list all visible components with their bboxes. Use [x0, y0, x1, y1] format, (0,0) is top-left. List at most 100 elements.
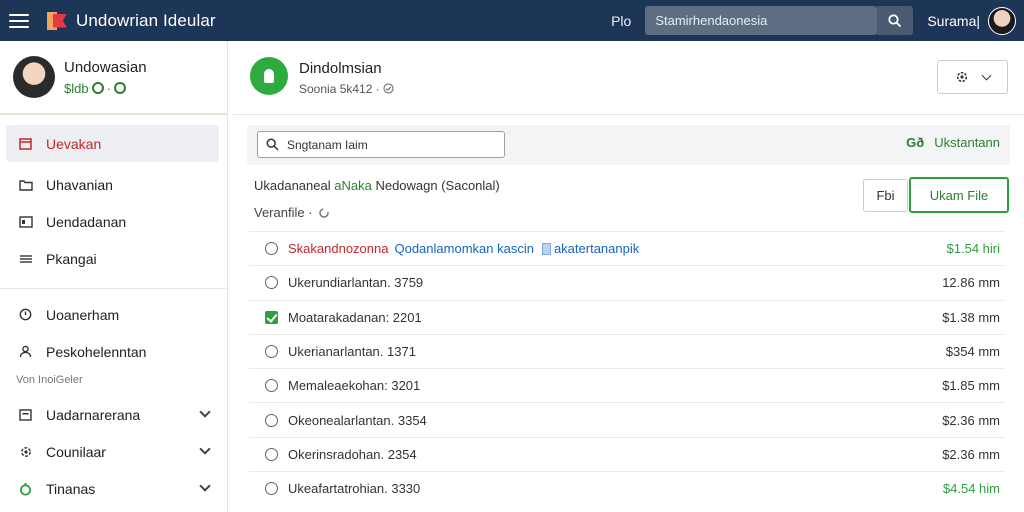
info-prefix: Ukadananeal	[254, 178, 331, 193]
sidebar-item-4[interactable]: Uoanerham	[0, 296, 227, 333]
contact-header: Dindolmsian Soonia 5k412 ·	[233, 41, 1024, 115]
chevron-down-icon	[981, 70, 992, 80]
row-amount: $2.36 mm	[942, 446, 1000, 462]
divider	[0, 288, 227, 289]
sidebar-group-label: Counilaar	[46, 443, 106, 460]
sidebar-item-1[interactable]: Uhavanian	[0, 166, 227, 203]
row-amount: $1.85 mm	[942, 378, 1000, 394]
folder-icon	[18, 178, 33, 192]
row-tag-blue[interactable]: Qodanlamomkan kascin	[394, 241, 533, 256]
info-suffix: Nedowagn (Saconlal)	[375, 178, 500, 193]
search-icon	[266, 138, 279, 151]
row-radio[interactable]	[265, 447, 278, 461]
search-input[interactable]: Stamirhendaonesia	[645, 6, 878, 35]
list-item[interactable]: Okeonealarlantan. 3354 $2.36 mm	[249, 402, 1004, 436]
toolbar: Sngtanam Iaim Gð Ukstantann	[247, 125, 1010, 165]
row-amount: $4.54 him	[942, 481, 1000, 497]
row-radio[interactable]	[265, 413, 278, 427]
row-text: Ukerianarlantan. 1371	[288, 344, 416, 360]
sidebar-group-1[interactable]: Counilaar	[0, 433, 227, 470]
row-radio[interactable]	[265, 482, 278, 496]
upload-file-button[interactable]: Ukam File	[909, 177, 1009, 213]
status-online-icon	[91, 82, 104, 94]
user-name[interactable]: Surama|	[927, 13, 980, 29]
main-panel: Dindolmsian Soonia 5k412 · Sngtanam Iaim…	[233, 41, 1024, 512]
sidebar-group-0[interactable]: Uadarnarerana	[0, 396, 227, 433]
profile-status-text: $ldb	[64, 80, 89, 96]
info-highlight: aNaka	[334, 178, 372, 193]
list-item[interactable]: Moatarakadanan: 2201 $1.38 mm	[249, 299, 1004, 334]
info-line2-text: Veranfile ·	[254, 205, 313, 220]
profile-name: Undowasian	[64, 58, 147, 76]
sidebar-item-label: Uendadanan	[46, 213, 127, 230]
row-amount: $1.38 mm	[942, 309, 1000, 325]
search-button[interactable]	[877, 6, 914, 35]
list-item[interactable]: Ukerianarlantan. 1371 $354 mm	[249, 333, 1004, 368]
profile-status: $ldb ·	[64, 81, 147, 96]
toolbar-right-label: Ukstantann	[934, 135, 1000, 150]
sidebar-item-label: Uoanerham	[46, 306, 120, 323]
row-radio[interactable]	[265, 345, 278, 359]
sidebar-group-label: Tinanas	[46, 480, 96, 497]
sidebar-item-2[interactable]: Uendadanan	[0, 203, 227, 240]
sidebar-item-label: Uevakan	[46, 135, 102, 152]
clock-icon	[18, 308, 33, 322]
row-radio[interactable]	[265, 379, 278, 393]
contact-avatar[interactable]	[250, 57, 288, 95]
settings-icon	[18, 445, 33, 459]
sidebar-item-label: Uhavanian	[46, 176, 113, 193]
contact-card-icon	[18, 215, 33, 229]
toolbar-right[interactable]: Gð Ukstantann	[906, 135, 1000, 150]
row-radio[interactable]	[265, 276, 278, 290]
header-actions-button[interactable]	[937, 60, 1008, 94]
sidebar: Undowasian $ldb · Uevakan Uhavanian Uend…	[0, 41, 228, 512]
search-icon	[888, 13, 902, 27]
list-item[interactable]: Ukerundiarlantan. 3759 12.86 mm	[249, 265, 1004, 299]
row-radio[interactable]	[265, 242, 278, 256]
avatar[interactable]	[988, 6, 1016, 35]
row-text: Okerinsradohan. 2354	[288, 446, 417, 462]
sidebar-nav: Uevakan Uhavanian Uendadanan Pkangai Uoa…	[0, 115, 227, 507]
sidebar-section-label: Von InoiGeler	[16, 374, 83, 386]
row-text: Ukerundiarlantan. 3759	[288, 275, 424, 291]
row-checkbox[interactable]	[265, 310, 278, 324]
refresh-icon[interactable]	[318, 207, 330, 219]
row-amount: $354 mm	[945, 344, 1000, 360]
row-tag-blue-2[interactable]: akatertananpik	[554, 241, 639, 256]
list-item[interactable]: Ukeafartatrohian. 3330 $4.54 him	[249, 471, 1004, 505]
list-icon	[18, 252, 33, 266]
tag-chip-icon	[541, 242, 551, 255]
row-text: Moatarakadanan: 2201	[288, 309, 422, 325]
filter-input[interactable]: Sngtanam Iaim	[257, 131, 505, 158]
row-amount: 12.86 mm	[942, 275, 1000, 291]
sidebar-item-label: Pkangai	[46, 250, 97, 267]
filter-placeholder: Sngtanam Iaim	[287, 137, 368, 152]
chevron-down-icon[interactable]	[199, 443, 211, 455]
info-line-2: Veranfile ·	[254, 205, 330, 220]
sidebar-group-2[interactable]: Tinanas	[0, 470, 227, 507]
secondary-button[interactable]: Fbi	[863, 179, 908, 212]
chevron-down-icon[interactable]	[199, 406, 211, 418]
app-title: Undowrian Ideular	[76, 10, 216, 30]
sidebar-item-0[interactable]: Uevakan	[6, 125, 219, 162]
sidebar-item-label: Peskohelenntan	[46, 343, 147, 360]
sidebar-item-5[interactable]: Peskohelenntan	[0, 333, 227, 370]
row-amount: $2.36 mm	[942, 412, 1000, 428]
row-text: Ukeafartatrohian. 3330	[288, 481, 421, 497]
list-item[interactable]: Skakandnozonna Qodanlamomkan kascin akat…	[249, 231, 1004, 265]
sidebar-item-3[interactable]: Pkangai	[0, 240, 227, 277]
menu-icon[interactable]	[9, 13, 29, 28]
chevron-down-icon[interactable]	[199, 480, 211, 492]
profile-avatar	[13, 56, 55, 98]
contact-name: Dindolmsian	[299, 60, 382, 77]
app-logo-icon[interactable]	[47, 11, 67, 30]
top-link[interactable]: Plo	[611, 13, 631, 29]
info-line: Ukadananeal aNaka Nedowagn (Saconlal)	[254, 178, 500, 193]
row-amount: $1.54 hiri	[946, 241, 1000, 257]
profile-card[interactable]: Undowasian $ldb ·	[0, 41, 227, 115]
row-tag-red: Skakandnozonna	[288, 241, 389, 257]
verified-icon	[113, 82, 126, 94]
separator-dot: ·	[106, 80, 111, 96]
list-item[interactable]: Okerinsradohan. 2354 $2.36 mm	[249, 436, 1004, 471]
list-item[interactable]: Memaleaekohan: 3201 $1.85 mm	[249, 368, 1004, 402]
